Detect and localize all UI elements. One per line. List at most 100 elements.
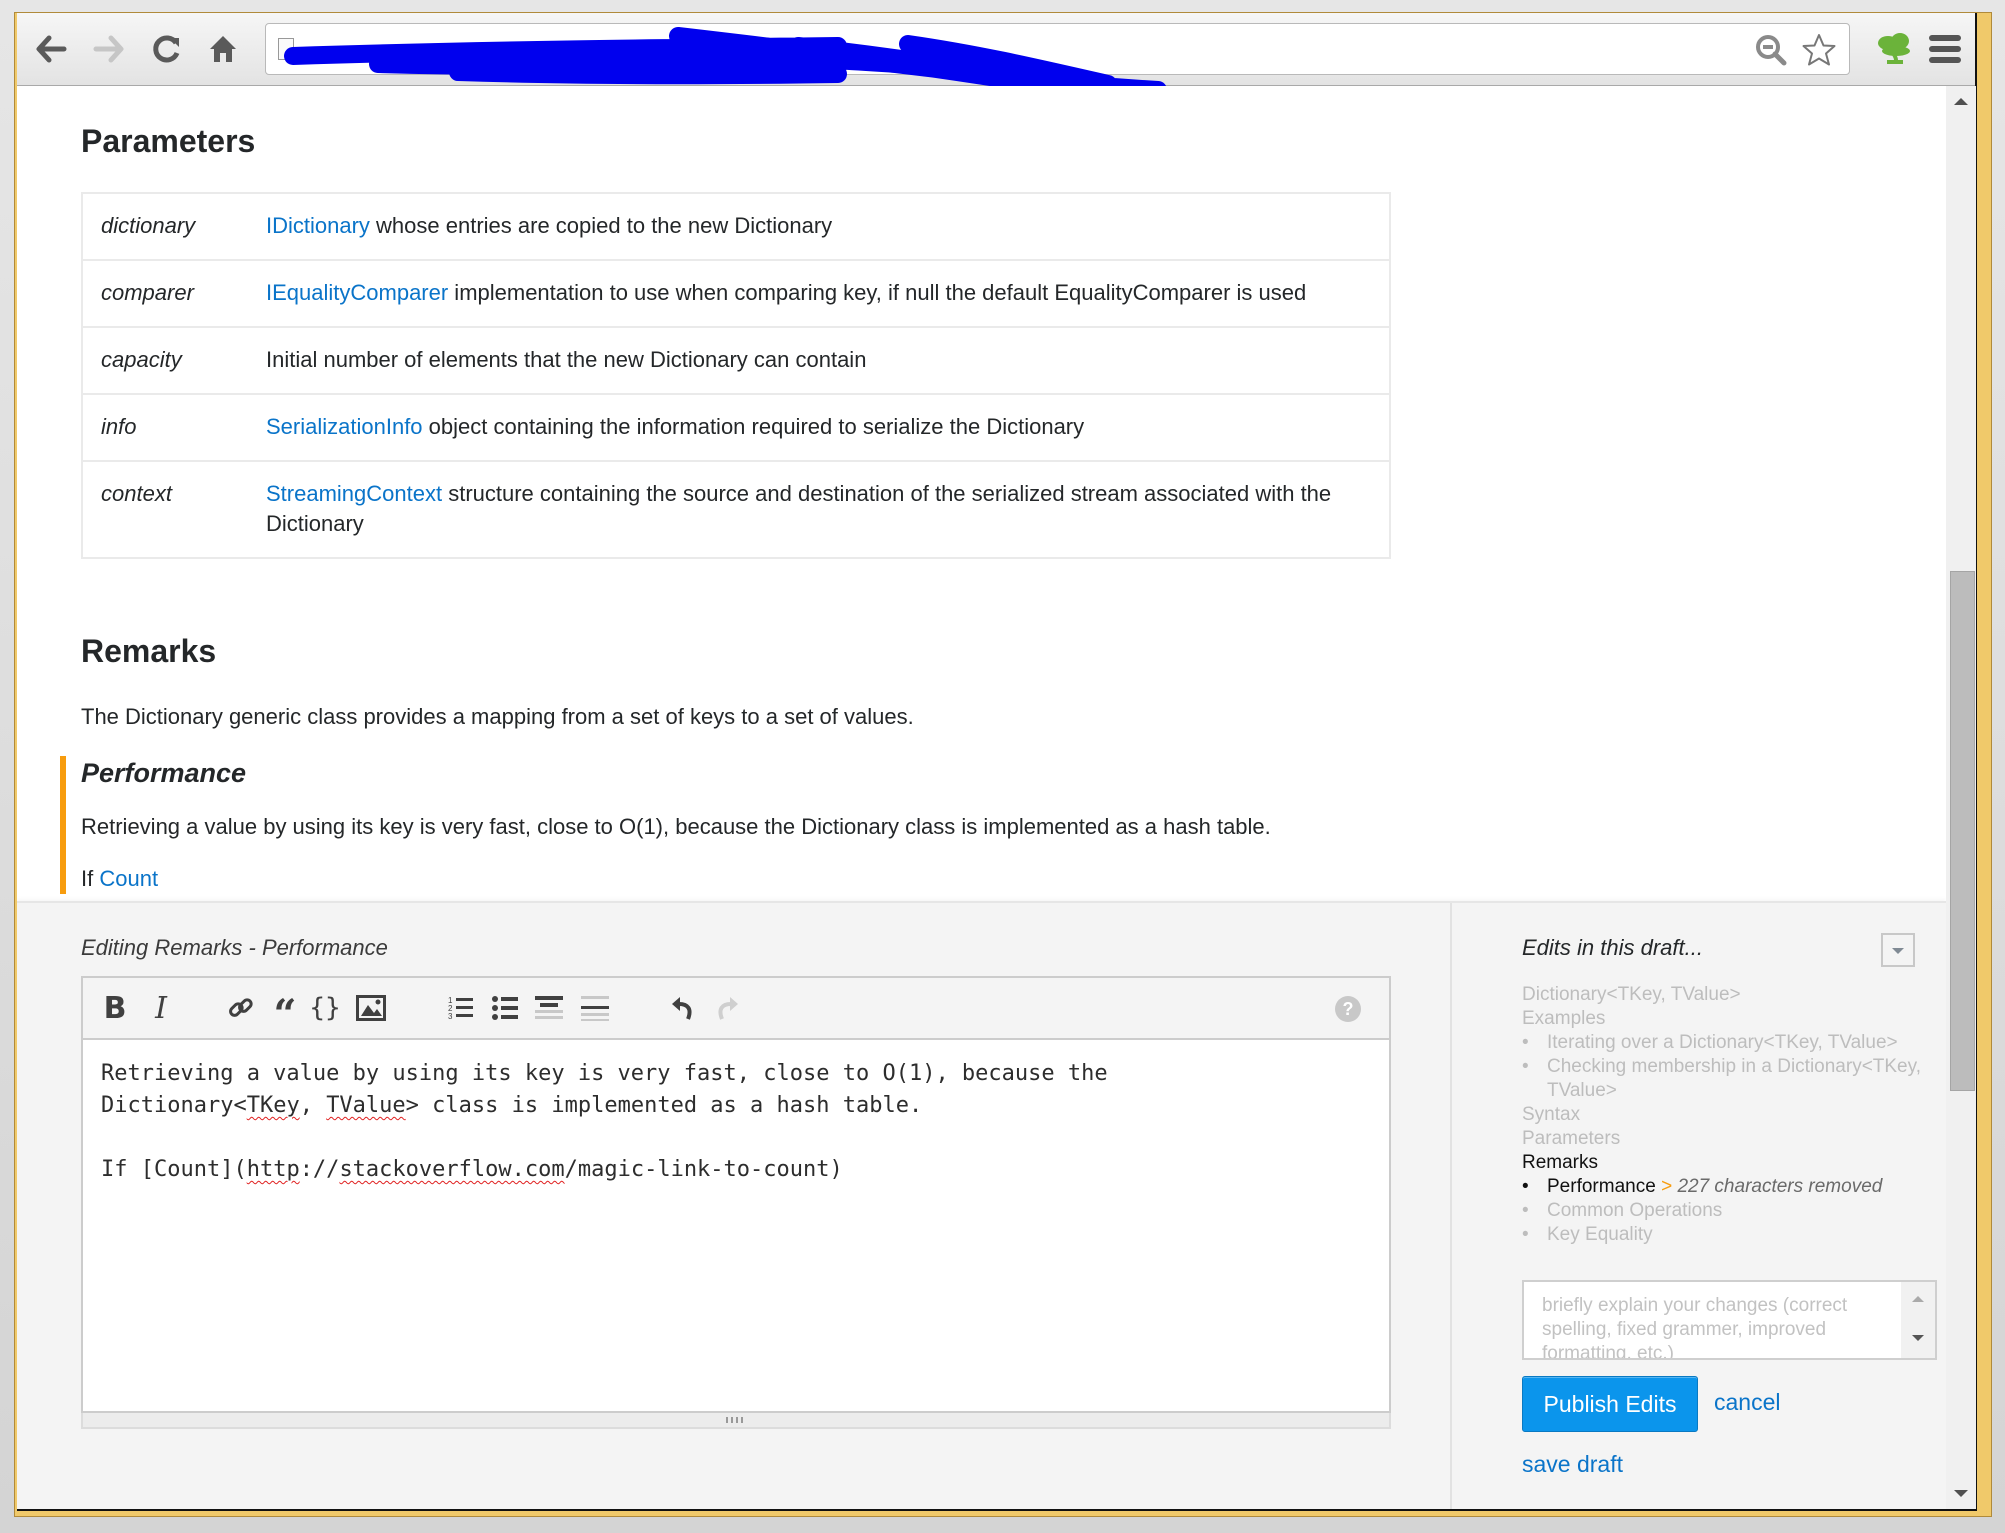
misspelled-word: stackoverflow.com: [339, 1157, 565, 1182]
summary-scrollbar[interactable]: [1901, 1282, 1935, 1358]
toc-item-label: Common Operations: [1547, 1200, 1723, 1221]
reload-button[interactable]: [147, 29, 187, 69]
scroll-up-arrow-icon[interactable]: [1954, 98, 1968, 105]
blockquote-button[interactable]: “: [267, 990, 303, 1035]
type-link[interactable]: IEqualityComparer: [266, 280, 448, 305]
remarks-paragraph: The Dictionary generic class provides a …: [81, 704, 914, 729]
horizontal-rule-icon: [581, 996, 609, 1021]
remarks-heading: Remarks: [81, 633, 217, 669]
bookmark-star-icon[interactable]: [1801, 32, 1837, 68]
toc-item-label: Dictionary<TKey, TValue>: [1522, 984, 1741, 1005]
numbered-list-button[interactable]: 123: [443, 990, 479, 1026]
save-draft-link[interactable]: save draft: [1522, 1451, 1623, 1478]
link-button[interactable]: [223, 990, 259, 1026]
horizontal-rule-button[interactable]: [577, 990, 613, 1026]
bold-button[interactable]: B: [97, 990, 133, 1026]
parameter-description: IEqualityComparer implementation to use …: [256, 259, 1390, 327]
change-note: 227 characters removed: [1677, 1176, 1883, 1197]
forward-button[interactable]: [89, 29, 129, 69]
toc-item[interactable]: Dictionary<TKey, TValue>: [1522, 983, 1922, 1007]
forward-arrow-icon: [93, 35, 124, 63]
count-link[interactable]: Count: [99, 866, 158, 891]
undo-button[interactable]: [665, 990, 701, 1026]
redo-button[interactable]: [709, 990, 745, 1026]
cancel-link[interactable]: cancel: [1714, 1389, 1780, 1416]
edits-title: Edits in this draft...: [1522, 935, 1703, 960]
toc-item[interactable]: Parameters: [1522, 1127, 1922, 1151]
misspelled-word: TValue: [326, 1093, 406, 1118]
parameter-description: SerializationInfo object containing the …: [256, 393, 1390, 461]
parameter-name: dictionary: [82, 192, 256, 260]
italic-icon: I: [155, 990, 167, 1026]
back-button[interactable]: [31, 29, 71, 69]
bonsai-extension-icon[interactable]: [1874, 29, 1914, 69]
heading-button[interactable]: [531, 990, 567, 1026]
parameter-name: context: [82, 460, 256, 558]
help-icon[interactable]: ?: [1335, 996, 1361, 1022]
numbered-list-icon: 123: [448, 996, 473, 1021]
parameters-table: dictionary IDictionary whose entries are …: [81, 192, 1391, 559]
toc-item[interactable]: Syntax: [1522, 1103, 1922, 1127]
heading-icon: [535, 996, 563, 1019]
parameters-heading: Parameters: [81, 123, 256, 159]
parameter-description: Initial number of elements that the new …: [256, 326, 1390, 394]
editor-text-fragment: ://: [299, 1157, 340, 1182]
edit-summary-input[interactable]: [1524, 1282, 1899, 1358]
editor-resize-handle[interactable]: [81, 1413, 1391, 1429]
editor-pane: Editing Remarks - Performance B I “ {} 1…: [17, 903, 1450, 1509]
performance-paragraph: Retrieving a value by using its key is v…: [81, 814, 1271, 839]
change-arrow-icon: >: [1661, 1176, 1673, 1197]
home-icon: [210, 36, 236, 62]
collapse-dropdown-button[interactable]: [1881, 933, 1915, 967]
page-scrollbar[interactable]: [1946, 86, 1976, 1509]
toc-item-label: Examples: [1522, 1008, 1606, 1029]
toc-item-label: Performance: [1547, 1176, 1656, 1197]
italic-button[interactable]: I: [143, 990, 179, 1026]
toc-item-label: Remarks: [1522, 1152, 1599, 1173]
browser-window-inner: Parameters dictionary IDictionary whose e…: [17, 13, 1977, 1511]
publish-edits-button[interactable]: Publish Edits: [1522, 1376, 1698, 1432]
toc-item[interactable]: Checking membership in a Dictionary<TKey…: [1522, 1055, 1922, 1103]
bulleted-list-button[interactable]: [487, 990, 523, 1026]
type-link[interactable]: StreamingContext: [266, 481, 442, 506]
type-link[interactable]: SerializationInfo: [266, 414, 423, 439]
scroll-up-icon[interactable]: [1912, 1296, 1924, 1302]
home-button[interactable]: [203, 29, 243, 69]
svg-text:3: 3: [448, 1012, 453, 1021]
browser-menu-icon[interactable]: [1929, 35, 1961, 63]
help-glyph: ?: [1342, 998, 1354, 1019]
scroll-down-arrow-icon[interactable]: [1954, 1490, 1968, 1497]
link-icon: [229, 998, 253, 1017]
toc-item[interactable]: Common Operations: [1522, 1199, 1922, 1223]
editor-text-fragment: > class is implemented as a hash table.: [405, 1093, 923, 1118]
editor-toolbar: B I “ {} 123 ?: [83, 978, 1389, 1040]
performance-heading: Performance: [81, 758, 247, 788]
toc-item[interactable]: Key Equality: [1522, 1223, 1922, 1247]
toc-item-label: Iterating over a Dictionary<TKey, TValue…: [1547, 1032, 1898, 1053]
scroll-down-icon[interactable]: [1912, 1335, 1924, 1341]
toc-item[interactable]: Iterating over a Dictionary<TKey, TValue…: [1522, 1031, 1922, 1055]
toc-item[interactable]: Performance > 227 characters removed: [1522, 1175, 1922, 1199]
parameter-name: capacity: [82, 326, 256, 394]
code-button[interactable]: {}: [307, 990, 343, 1026]
parameter-description: IDictionary whose entries are copied to …: [256, 192, 1390, 260]
editor-text-fragment: If [Count](: [101, 1157, 247, 1182]
editor-textarea[interactable]: Retrieving a value by using its key is v…: [101, 1058, 1371, 1186]
editor-text-fragment: /magic-link-to-count): [564, 1157, 843, 1182]
description-text: whose entries are copied to the new Dict…: [369, 213, 833, 238]
zoom-out-icon[interactable]: [1753, 32, 1789, 68]
editor-text-fragment: ,: [299, 1093, 327, 1118]
undo-icon: [672, 997, 692, 1020]
parameter-name: info: [82, 393, 256, 461]
toc-item[interactable]: Remarks: [1522, 1151, 1922, 1175]
toc-item[interactable]: Examples: [1522, 1007, 1922, 1031]
edits-toc: Dictionary<TKey, TValue> Examples Iteratin…: [1522, 983, 1922, 1247]
edit-summary-box: [1522, 1280, 1937, 1360]
address-bar[interactable]: [265, 23, 1850, 101]
scrollbar-thumb[interactable]: [1950, 571, 1975, 1091]
description-text: object containing the information requir…: [422, 414, 1085, 439]
image-button[interactable]: [353, 990, 389, 1026]
quote-icon: “: [273, 991, 297, 1038]
type-link[interactable]: IDictionary: [266, 213, 370, 238]
parameter-row: info SerializationInfo object containing …: [82, 393, 1390, 461]
